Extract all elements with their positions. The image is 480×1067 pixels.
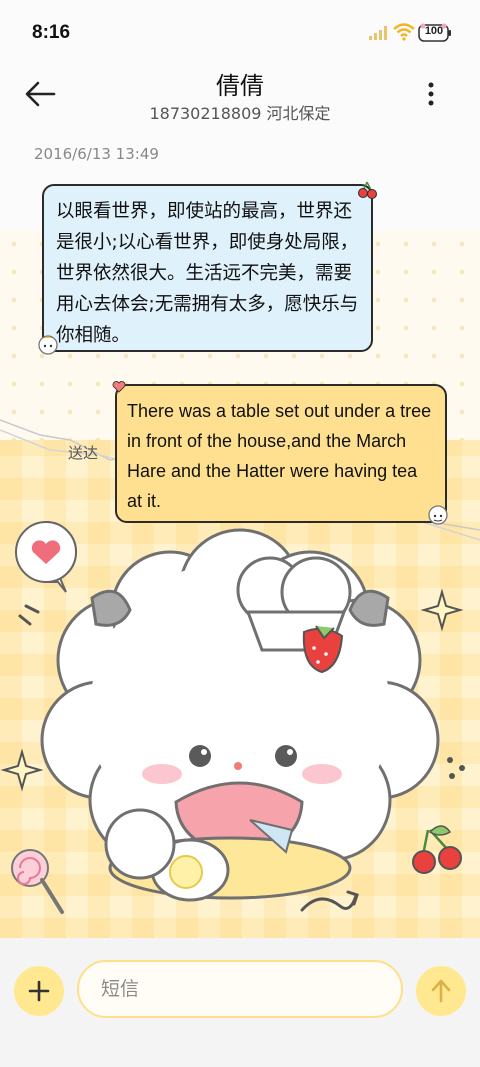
more-options-button[interactable] (418, 80, 444, 110)
more-vertical-icon (428, 82, 434, 106)
battery-level: 100 (424, 25, 444, 37)
send-button[interactable] (416, 966, 466, 1016)
sms-thread-screen: 8:16 100 倩倩 18730218809 河北保定 2016/6/13 1… (0, 0, 480, 1067)
sheep-chef-illustration (0, 520, 465, 914)
delivery-status: 送达 (68, 444, 99, 462)
status-bar: 8:16 100 (0, 0, 480, 68)
heart-icon (112, 381, 126, 393)
message-timestamp: 2016/6/13 13:49 (34, 145, 159, 163)
incoming-message-bubble[interactable]: 以眼看世界，即使站的最高，世界还是很小;以心看世界，即使身处局限，世界依然很大。… (42, 184, 373, 352)
status-time: 8:16 (32, 22, 71, 43)
send-arrow-icon (431, 979, 451, 1003)
contact-name: 倩倩 (216, 72, 264, 100)
contact-info: 18730218809 河北保定 (149, 104, 331, 123)
outgoing-message-bubble[interactable]: There was a table set out under a tree i… (115, 384, 447, 523)
plus-icon (28, 980, 50, 1002)
battery-icon: 100 (418, 23, 452, 43)
wifi-icon (393, 23, 415, 41)
heart-speech-bubble-icon (15, 520, 77, 593)
message-input[interactable] (77, 960, 403, 1018)
signal-icon (369, 26, 387, 40)
cherry-icon (358, 181, 377, 199)
incoming-message-text: 以眼看世界，即使站的最高，世界还是很小;以心看世界，即使身处局限，世界依然很大。… (56, 201, 359, 346)
outgoing-message-text: There was a table set out under a tree i… (127, 401, 432, 511)
sheep-icon (38, 335, 58, 355)
add-attachment-button[interactable] (14, 966, 64, 1016)
